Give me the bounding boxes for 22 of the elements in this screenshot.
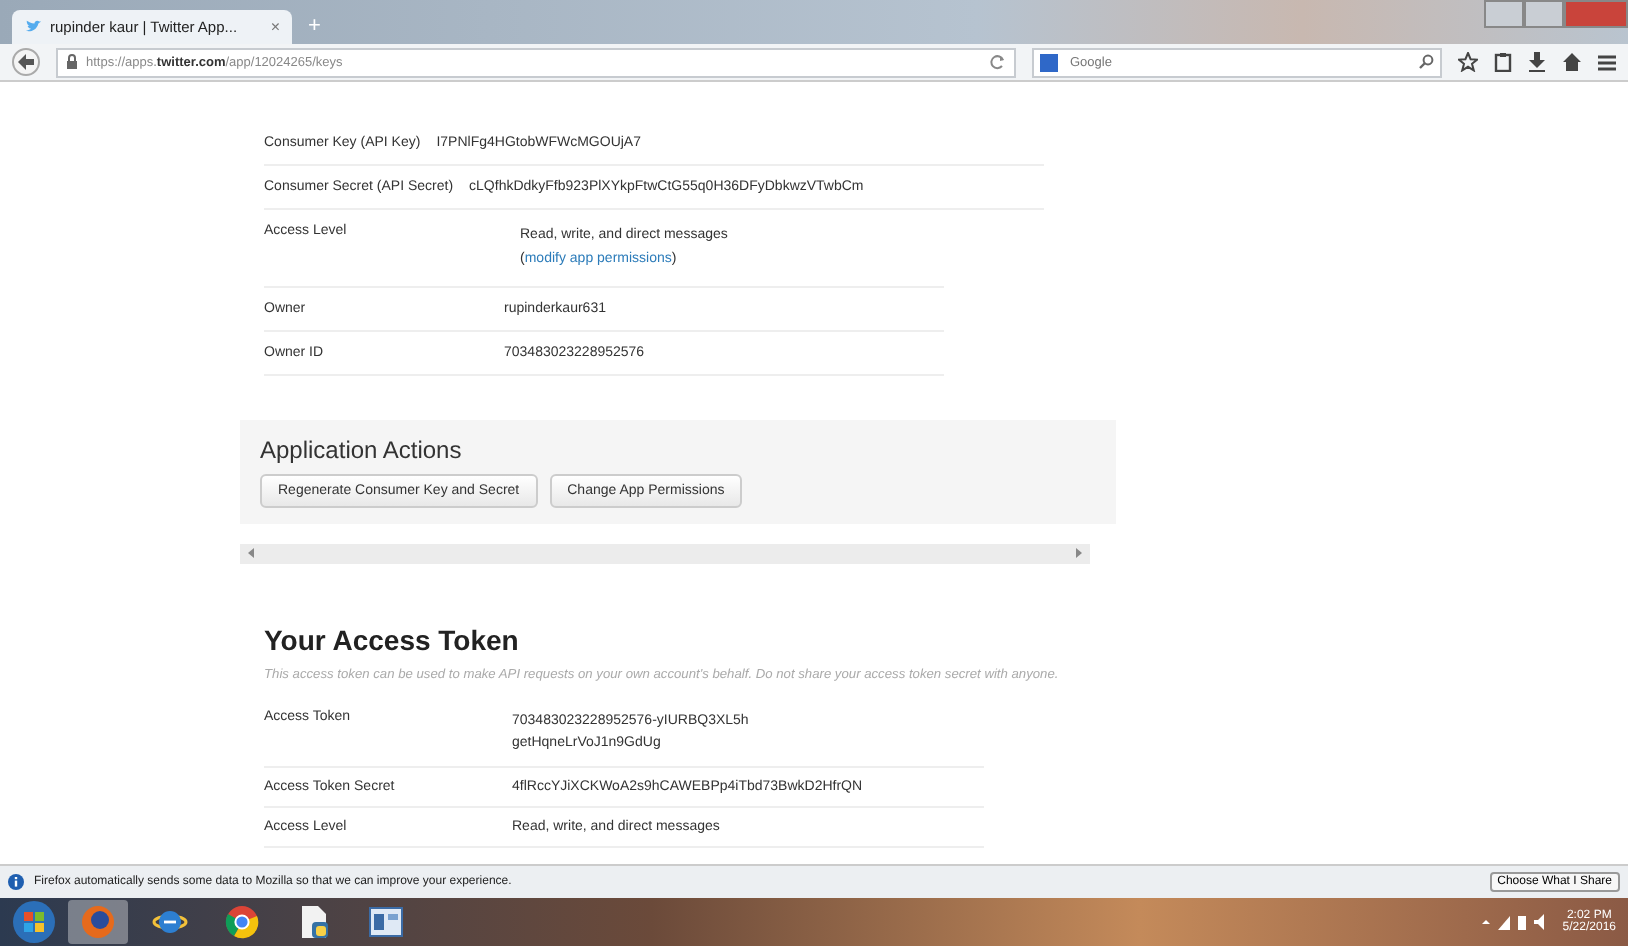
lock-icon [66,54,78,70]
bird-icon [24,18,42,36]
back-icon[interactable] [12,48,40,76]
window-icon [368,904,404,940]
document-icon [296,904,332,940]
circle-icon [224,904,260,940]
globe-icon [80,904,116,940]
scroll-left-icon[interactable] [248,548,256,559]
download-icon[interactable] [1528,52,1546,72]
clipboard-icon[interactable] [1494,52,1512,72]
close-tab-button[interactable]: × [270,18,280,36]
section-heading: Your Access Token [264,623,521,656]
start-icon[interactable] [12,900,56,944]
scroll-right-icon[interactable] [1074,548,1082,559]
star-icon[interactable] [1458,52,1478,72]
search-icon[interactable] [1418,54,1434,70]
home-icon[interactable] [1562,52,1582,72]
menu-icon[interactable] [1598,53,1616,71]
section-heading: Application Actions [260,435,464,464]
horizontal-scrollbar[interactable] [240,543,1090,564]
reload-icon[interactable] [990,54,1006,70]
info-icon [8,874,24,890]
